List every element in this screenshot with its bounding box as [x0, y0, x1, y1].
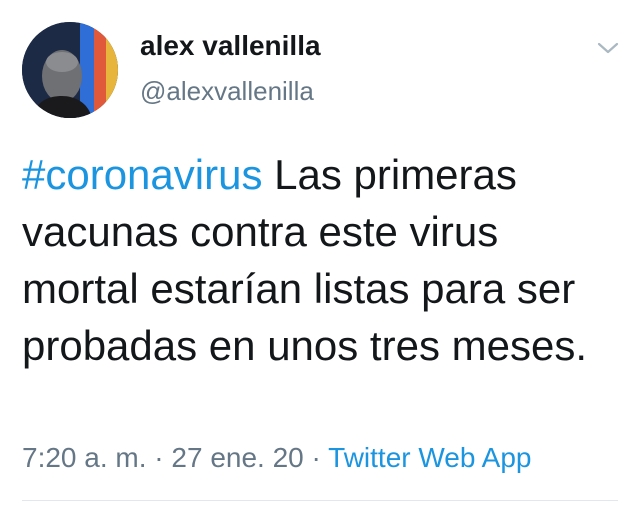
tweet-card: alex vallenilla @alexvallenilla #coronav… — [0, 0, 640, 509]
tweet-source-link[interactable]: Twitter Web App — [328, 442, 531, 473]
meta-separator: · — [146, 442, 172, 473]
tweet-text: #coronavirus Las primeras vacunas contra… — [22, 146, 622, 374]
author-handle[interactable]: @alexvallenilla — [140, 76, 314, 107]
tweet-meta: 7:20 a. m. · 27 ene. 20 · Twitter Web Ap… — [22, 442, 532, 474]
avatar-image — [22, 22, 118, 118]
tweet-time[interactable]: 7:20 a. m. — [22, 442, 147, 473]
divider — [22, 500, 618, 501]
chevron-down-icon[interactable] — [594, 38, 622, 58]
meta-separator: · — [303, 442, 329, 473]
tweet-date[interactable]: 27 ene. 20 — [171, 442, 303, 473]
author-display-name[interactable]: alex vallenilla — [140, 30, 321, 62]
hashtag-link[interactable]: #coronavirus — [22, 151, 262, 198]
avatar[interactable] — [22, 22, 118, 118]
